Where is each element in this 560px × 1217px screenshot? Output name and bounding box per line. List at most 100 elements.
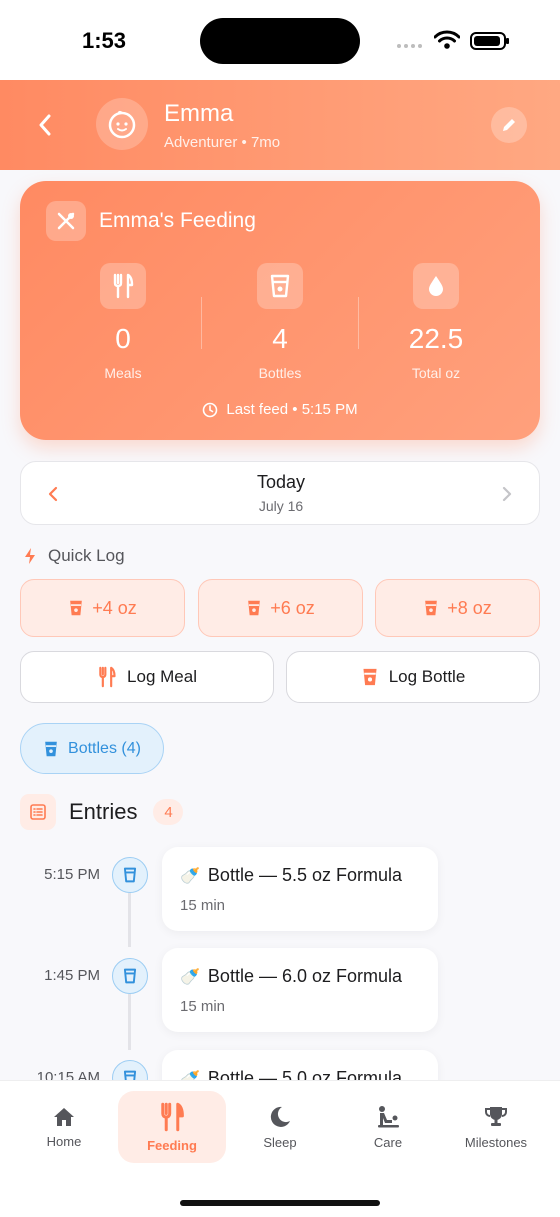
summary-title: Emma's Feeding (99, 209, 256, 232)
fork-knife-icon (161, 1102, 184, 1131)
status-bar: 1:53 (0, 0, 560, 80)
tab-bar: Home Feeding Sleep Care Milestones (0, 1080, 560, 1217)
quick-log-text: Quick Log (48, 546, 125, 565)
chevron-right-icon (502, 486, 512, 502)
drop-icon (413, 263, 459, 309)
wifi-icon (434, 30, 460, 49)
stat-divider (358, 297, 359, 349)
entry-duration: 15 min (180, 897, 226, 914)
quick-add-label: +4 oz (92, 597, 137, 618)
entries-title: Entries (69, 799, 138, 824)
entry-card[interactable]: 🍼 Bottle — 5.5 oz Formula 15 min (162, 847, 438, 931)
bottle-marker-icon (112, 958, 148, 994)
fork-knife-icon (100, 263, 146, 309)
baby-bottle-icon: 🍼 (180, 968, 200, 986)
log-meal-label: Log Meal (127, 667, 197, 686)
bottle-icon (70, 600, 83, 616)
tab-sleep[interactable]: Sleep (226, 1091, 334, 1163)
stat-divider (201, 297, 202, 349)
log-bottle-label: Log Bottle (388, 667, 466, 686)
bolt-icon (25, 548, 35, 564)
entry-title: 🍼 Bottle — 6.0 oz Formula (180, 966, 402, 987)
entries-header: Entries 4 (20, 794, 184, 830)
chevron-left-icon (39, 114, 51, 136)
log-meal-button[interactable]: Log Meal (20, 651, 274, 703)
log-bottle-button[interactable]: Log Bottle (286, 651, 540, 703)
tab-label: Home (46, 1133, 82, 1149)
baby-subtitle: Adventurer • 7mo (164, 134, 281, 151)
fork-knife-icon (99, 666, 116, 688)
baby-name: Emma (164, 100, 234, 127)
tab-label: Sleep (263, 1134, 297, 1150)
dynamic-island (200, 18, 360, 64)
entry-card[interactable]: 🍼 Bottle — 6.0 oz Formula 15 min (162, 948, 438, 1032)
house-icon (54, 1107, 74, 1126)
battery-icon (470, 32, 509, 50)
bottle-icon (363, 668, 377, 686)
utensils-crossed-icon (46, 201, 86, 241)
entry-title-text: Bottle — 6.0 oz Formula (207, 966, 403, 986)
entries-count-badge: 4 (153, 799, 184, 825)
stat-bottles: 4 Bottles (220, 263, 340, 381)
bottle-icon (45, 741, 57, 756)
tab-milestones[interactable]: Milestones (442, 1091, 550, 1163)
entry-title-text: Bottle — 5.5 oz Formula (207, 865, 403, 885)
total-oz-value: 22.5 (408, 323, 464, 354)
entry-time: 5:15 PM (44, 866, 100, 883)
tab-label: Milestones (464, 1134, 528, 1150)
stat-total-oz: 22.5 Total oz (376, 263, 496, 381)
back-button[interactable] (28, 108, 62, 142)
bottles-label: Bottles (258, 365, 302, 381)
quick-log-label: Quick Log (24, 546, 125, 566)
bottle-icon (257, 263, 303, 309)
list-icon (20, 794, 56, 830)
tab-label: Feeding (147, 1137, 197, 1153)
summary-header: Emma's Feeding (46, 201, 256, 241)
tab-label: Care (373, 1134, 403, 1150)
quick-add-6oz-button[interactable]: +6 oz (198, 579, 363, 637)
entry-time: 1:45 PM (44, 967, 100, 984)
date-title: Today (256, 472, 306, 492)
last-feed: Last feed • 5:15 PM (20, 401, 540, 418)
moon-icon (270, 1106, 290, 1127)
stat-meals: 0 Meals (63, 263, 183, 381)
quick-add-4oz-button[interactable]: +4 oz (20, 579, 185, 637)
timeline-connector (128, 994, 131, 1050)
quick-add-label: +8 oz (447, 597, 492, 618)
home-indicator (180, 1200, 380, 1206)
clock-icon (203, 402, 218, 417)
baby-avatar (96, 98, 148, 150)
filter-chip-label: Bottles (4) (68, 739, 141, 757)
meals-label: Meals (104, 365, 142, 381)
signal-icon (397, 44, 422, 48)
edit-button[interactable] (491, 107, 527, 143)
quick-add-8oz-button[interactable]: +8 oz (375, 579, 540, 637)
feeding-summary-card: Emma's Feeding 0 Meals 4 Bottles 22.5 To… (20, 181, 540, 440)
date-selector: Today July 16 (20, 461, 540, 525)
feeding-screen: 1:53 Emma Adventurer • 7mo Emma's Feedin… (0, 0, 560, 1217)
entry-duration: 15 min (180, 998, 226, 1015)
date-subtitle: July 16 (258, 498, 304, 514)
profile-header: Emma Adventurer • 7mo (0, 80, 560, 170)
quick-add-label: +6 oz (270, 597, 315, 618)
meals-count: 0 (115, 323, 131, 354)
last-feed-text: Last feed • 5:15 PM (226, 401, 358, 418)
bottles-filter-chip[interactable]: Bottles (4) (20, 723, 164, 774)
tab-feeding[interactable]: Feeding (118, 1091, 226, 1163)
pencil-icon (503, 119, 515, 131)
bottle-marker-icon (112, 857, 148, 893)
total-oz-label: Total oz (411, 365, 461, 381)
baby-care-icon (378, 1105, 399, 1127)
bottle-icon (248, 600, 261, 616)
trophy-icon (485, 1106, 507, 1126)
next-day-button[interactable] (495, 482, 519, 506)
bottle-icon (425, 600, 438, 616)
timeline-connector (128, 893, 131, 947)
status-time: 1:53 (82, 28, 127, 53)
baby-bottle-icon: 🍼 (180, 867, 200, 885)
entry-title: 🍼 Bottle — 5.5 oz Formula (180, 865, 402, 886)
bottles-count: 4 (272, 323, 288, 354)
baby-face-icon (108, 110, 136, 139)
tab-home[interactable]: Home (10, 1091, 118, 1163)
tab-care[interactable]: Care (334, 1091, 442, 1163)
